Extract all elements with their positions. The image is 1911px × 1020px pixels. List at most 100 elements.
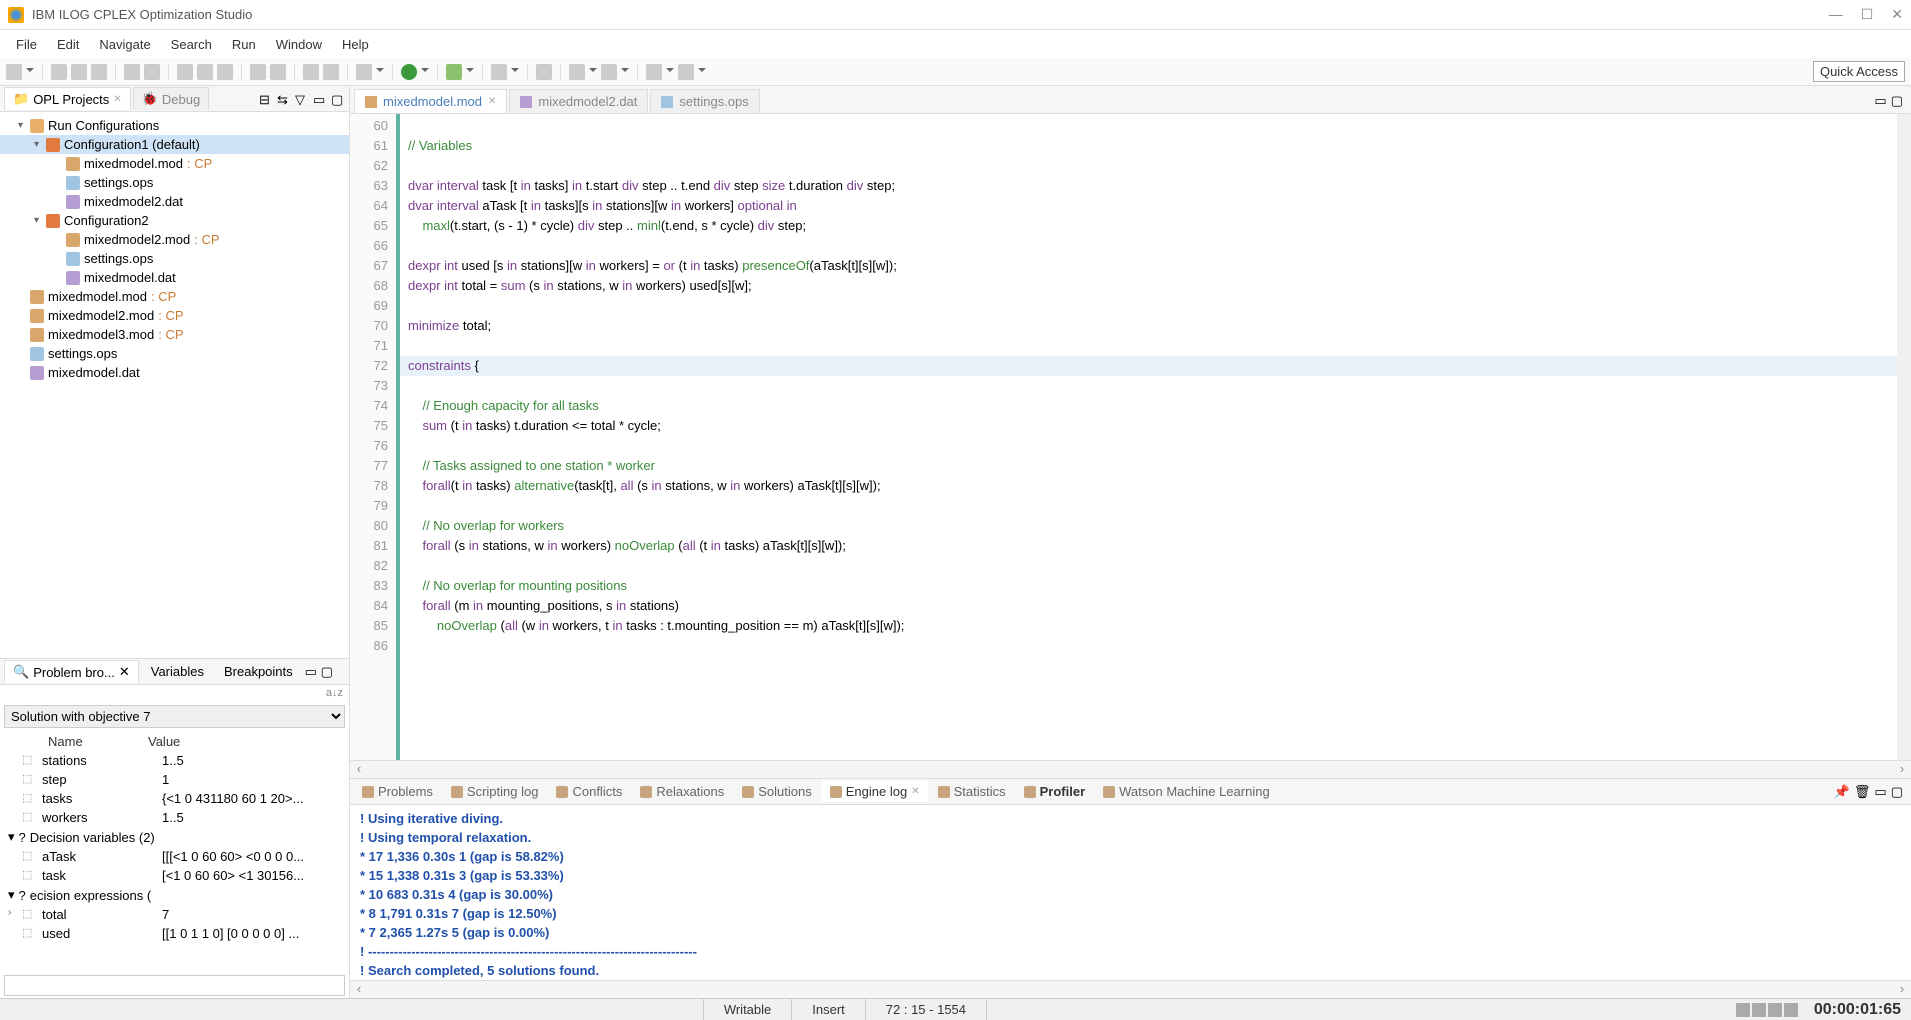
nav-button[interactable] (601, 64, 617, 80)
horizontal-scrollbar[interactable]: ‹ › (350, 980, 1911, 998)
tree-item[interactable]: mixedmodel.mod : CP (0, 154, 349, 173)
close-icon[interactable]: ✕ (113, 94, 121, 105)
bottom-tab-scripting-log[interactable]: Scripting log (443, 781, 547, 802)
close-button[interactable]: ✕ (1891, 6, 1903, 23)
project-tree[interactable]: ▾ Run Configurations ▾ Configuration1 (d… (0, 112, 349, 658)
expander-icon[interactable] (8, 772, 22, 787)
tree-item[interactable]: mixedmodel.mod : CP (0, 287, 349, 306)
menu-search[interactable]: Search (161, 33, 222, 56)
maximize-icon[interactable]: ▢ (1891, 784, 1903, 800)
table-row[interactable]: ⬚stations1..5 (0, 751, 349, 770)
print-button[interactable] (91, 64, 107, 80)
menu-edit[interactable]: Edit (47, 33, 89, 56)
expander-icon[interactable]: › (8, 907, 22, 922)
view-menu-icon[interactable]: ▽ (295, 92, 309, 106)
column-header-name[interactable]: Name (8, 734, 148, 749)
save-button[interactable] (51, 64, 67, 80)
minimize-icon[interactable]: ▭ (313, 92, 327, 106)
maximize-icon[interactable]: ▢ (1891, 93, 1903, 109)
scroll-left-icon[interactable]: ‹ (350, 761, 368, 778)
scroll-right-icon[interactable]: › (1893, 981, 1911, 998)
dropdown-icon[interactable] (376, 68, 384, 76)
tree-item[interactable]: settings.ops (0, 249, 349, 268)
group-decision-variables[interactable]: ▾ ? Decision variables (2) (0, 827, 349, 847)
group-decision-expressions[interactable]: ▾ ? ecision expressions ( (0, 885, 349, 905)
tree-config1[interactable]: ▾ Configuration1 (default) (0, 135, 349, 154)
toggle-button[interactable] (270, 64, 286, 80)
expander-icon[interactable]: ▾ (18, 120, 30, 131)
tree-item[interactable]: mixedmodel3.mod : CP (0, 325, 349, 344)
dropdown-icon[interactable] (511, 68, 519, 76)
expander-icon[interactable]: ▾ (34, 139, 46, 150)
dropdown-icon[interactable] (698, 68, 706, 76)
tree-item[interactable]: mixedmodel2.mod : CP (0, 306, 349, 325)
status-icon[interactable] (1752, 1003, 1766, 1017)
editor-tab[interactable]: mixedmodel2.dat (509, 89, 648, 113)
status-icon[interactable] (1736, 1003, 1750, 1017)
quick-access-field[interactable]: Quick Access (1813, 61, 1905, 82)
tab-opl-projects[interactable]: 📁 OPL Projects ✕ (4, 87, 131, 110)
run-button[interactable] (401, 64, 417, 80)
vertical-scrollbar[interactable] (1897, 114, 1911, 760)
close-icon[interactable]: ✕ (488, 96, 496, 107)
expander-icon[interactable] (8, 868, 22, 883)
tree-item[interactable]: mixedmodel2.dat (0, 192, 349, 211)
tree-run-configurations[interactable]: ▾ Run Configurations (0, 116, 349, 135)
dropdown-icon[interactable] (666, 68, 674, 76)
column-header-value[interactable]: Value (148, 734, 180, 749)
bottom-tab-problems[interactable]: Problems (354, 781, 441, 802)
editor-tab[interactable]: settings.ops (650, 89, 759, 113)
expander-icon[interactable]: ▾ (8, 887, 15, 903)
bottom-tab-solutions[interactable]: Solutions (734, 781, 819, 802)
tree-config2[interactable]: ▾ Configuration2 (0, 211, 349, 230)
menu-window[interactable]: Window (266, 33, 332, 56)
scroll-left-icon[interactable]: ‹ (350, 981, 368, 998)
dropdown-icon[interactable] (466, 68, 474, 76)
menu-help[interactable]: Help (332, 33, 379, 56)
minimize-button[interactable]: — (1829, 6, 1843, 23)
bottom-tab-conflicts[interactable]: Conflicts (548, 781, 630, 802)
dropdown-icon[interactable] (621, 68, 629, 76)
maximize-icon[interactable]: ▢ (321, 664, 333, 679)
expander-icon[interactable] (8, 791, 22, 806)
bottom-tab-engine-log[interactable]: Engine log ✕ (822, 781, 928, 802)
expander-icon[interactable] (8, 849, 22, 864)
expander-icon[interactable] (8, 810, 22, 825)
close-icon[interactable]: ✕ (911, 786, 919, 797)
code-content[interactable]: // Variables dvar interval task [t in ta… (400, 114, 1897, 760)
table-row[interactable]: ›⬚total7 (0, 905, 349, 924)
clear-icon[interactable]: 🗑 (1854, 784, 1871, 800)
save-all-button[interactable] (71, 64, 87, 80)
dropdown-icon[interactable] (26, 68, 34, 76)
minimize-icon[interactable]: ▭ (305, 664, 317, 679)
table-row[interactable]: ⬚tasks{<1 0 431180 60 1 20>... (0, 789, 349, 808)
table-row[interactable]: ⬚step1 (0, 770, 349, 789)
tab-problem-browser[interactable]: 🔍 Problem bro... ✕ (4, 660, 139, 683)
sort-icon[interactable]: a↓z (326, 687, 343, 699)
menu-file[interactable]: File (6, 33, 47, 56)
collapse-icon[interactable]: ⊟ (259, 92, 273, 106)
maximize-button[interactable]: ☐ (1861, 6, 1874, 23)
toggle-button[interactable] (356, 64, 372, 80)
expander-icon[interactable] (8, 753, 22, 768)
expander-icon[interactable]: ▾ (34, 215, 46, 226)
bottom-tab-statistics[interactable]: Statistics (930, 781, 1014, 802)
table-row[interactable]: ⬚task[<1 0 60 60> <1 30156... (0, 866, 349, 885)
maximize-icon[interactable]: ▢ (331, 92, 345, 106)
horizontal-scrollbar[interactable]: ‹ › (350, 760, 1911, 778)
filter-input[interactable] (4, 975, 345, 996)
tab-variables[interactable]: Variables (143, 661, 212, 682)
tree-item[interactable]: settings.ops (0, 173, 349, 192)
back-button[interactable] (646, 64, 662, 80)
bottom-tab-relaxations[interactable]: Relaxations (632, 781, 732, 802)
tab-breakpoints[interactable]: Breakpoints (216, 661, 301, 682)
table-row[interactable]: ⬚workers1..5 (0, 808, 349, 827)
menu-navigate[interactable]: Navigate (89, 33, 160, 56)
scroll-right-icon[interactable]: › (1893, 761, 1911, 778)
tree-item[interactable]: settings.ops (0, 344, 349, 363)
dropdown-icon[interactable] (421, 68, 429, 76)
debug-button[interactable] (446, 64, 462, 80)
redo-button[interactable] (144, 64, 160, 80)
minimize-icon[interactable]: ▭ (1874, 93, 1886, 109)
solution-select[interactable]: Solution with objective 7 (4, 705, 345, 728)
